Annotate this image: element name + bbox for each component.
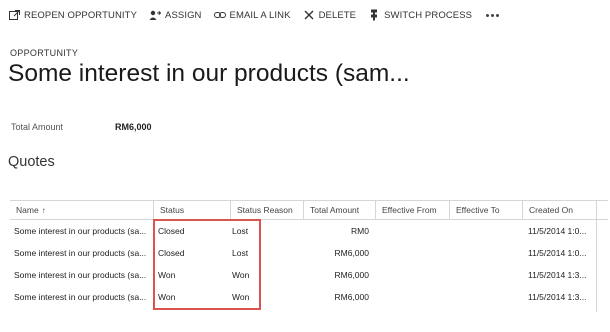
quotes-section-title: Quotes (8, 154, 55, 170)
cell-effective-to (449, 286, 522, 308)
switch-process-icon (368, 9, 380, 21)
reopen-opportunity-button[interactable]: REOPEN OPPORTUNITY (8, 9, 137, 21)
table-row[interactable]: Some interest in our products (sa... Won… (10, 286, 608, 308)
column-header-effective-from[interactable]: Effective From (375, 201, 449, 219)
table-row[interactable]: Some interest in our products (sa... Won… (10, 264, 608, 286)
cell-name[interactable]: Some interest in our products (sa... (10, 286, 153, 308)
page-title: Some interest in our products (sam... (8, 60, 410, 87)
grid-header: Name ↑ Status Status Reason Total Amount … (10, 200, 608, 220)
column-header-name-label: Name (16, 205, 39, 215)
command-bar: REOPEN OPPORTUNITY ASSIGN EMAIL A LINK D… (0, 0, 608, 30)
column-header-created-on[interactable]: Created On (522, 201, 596, 219)
email-a-link-button[interactable]: EMAIL A LINK (213, 9, 291, 21)
cell-effective-to (449, 264, 522, 286)
column-header-total-amount[interactable]: Total Amount (303, 201, 375, 219)
assign-icon (149, 9, 162, 21)
cell-name[interactable]: Some interest in our products (sa... (10, 264, 153, 286)
reopen-icon (8, 9, 20, 21)
cell-created-on: 11/5/2014 1:3... (528, 292, 587, 302)
column-header-name[interactable]: Name ↑ (10, 201, 153, 219)
column-header-status[interactable]: Status (153, 201, 230, 219)
email-a-link-label: EMAIL A LINK (229, 9, 291, 21)
cell-effective-from (375, 220, 449, 242)
cell-effective-from (375, 264, 449, 286)
highlight-box (153, 219, 261, 310)
table-row[interactable]: Some interest in our products (sa... Clo… (10, 220, 608, 242)
sort-ascending-icon: ↑ (41, 206, 46, 215)
cell-effective-from (375, 242, 449, 264)
total-amount-label: Total Amount (11, 122, 64, 132)
switch-process-label: SWITCH PROCESS (384, 9, 473, 21)
quotes-grid: Name ↑ Status Status Reason Total Amount … (10, 200, 608, 308)
column-header-effective-to[interactable]: Effective To (449, 201, 522, 219)
more-icon[interactable] (486, 13, 500, 17)
reopen-opportunity-label: REOPEN OPPORTUNITY (24, 9, 138, 21)
cell-name[interactable]: Some interest in our products (sa... (10, 242, 153, 264)
cell-effective-to (449, 220, 522, 242)
column-header-status-reason[interactable]: Status Reason (230, 201, 303, 219)
cell-effective-to (449, 242, 522, 264)
link-icon (213, 9, 226, 21)
cell-total-amount: RM0 (351, 226, 369, 236)
switch-process-button[interactable]: SWITCH PROCESS (368, 9, 472, 21)
cell-name[interactable]: Some interest in our products (sa... (10, 220, 153, 242)
cell-total-amount: RM6,000 (334, 270, 370, 280)
cell-created-on: 11/5/2014 1:0... (528, 248, 587, 258)
table-row[interactable]: Some interest in our products (sa... Clo… (10, 242, 608, 264)
cell-created-on: 11/5/2014 1:3... (528, 270, 587, 280)
total-amount-value: RM6,000 (115, 122, 152, 132)
delete-button[interactable]: DELETE (303, 9, 357, 21)
cell-total-amount: RM6,000 (334, 248, 370, 258)
assign-label: ASSIGN (165, 9, 202, 21)
grid-right-divider (596, 200, 597, 312)
cell-created-on: 11/5/2014 1:0... (528, 226, 587, 236)
delete-icon (303, 9, 315, 21)
entity-type-label: OPPORTUNITY (10, 48, 79, 58)
cell-effective-from (375, 286, 449, 308)
delete-label: DELETE (318, 9, 357, 21)
cell-total-amount: RM6,000 (334, 292, 370, 302)
assign-button[interactable]: ASSIGN (149, 9, 202, 21)
